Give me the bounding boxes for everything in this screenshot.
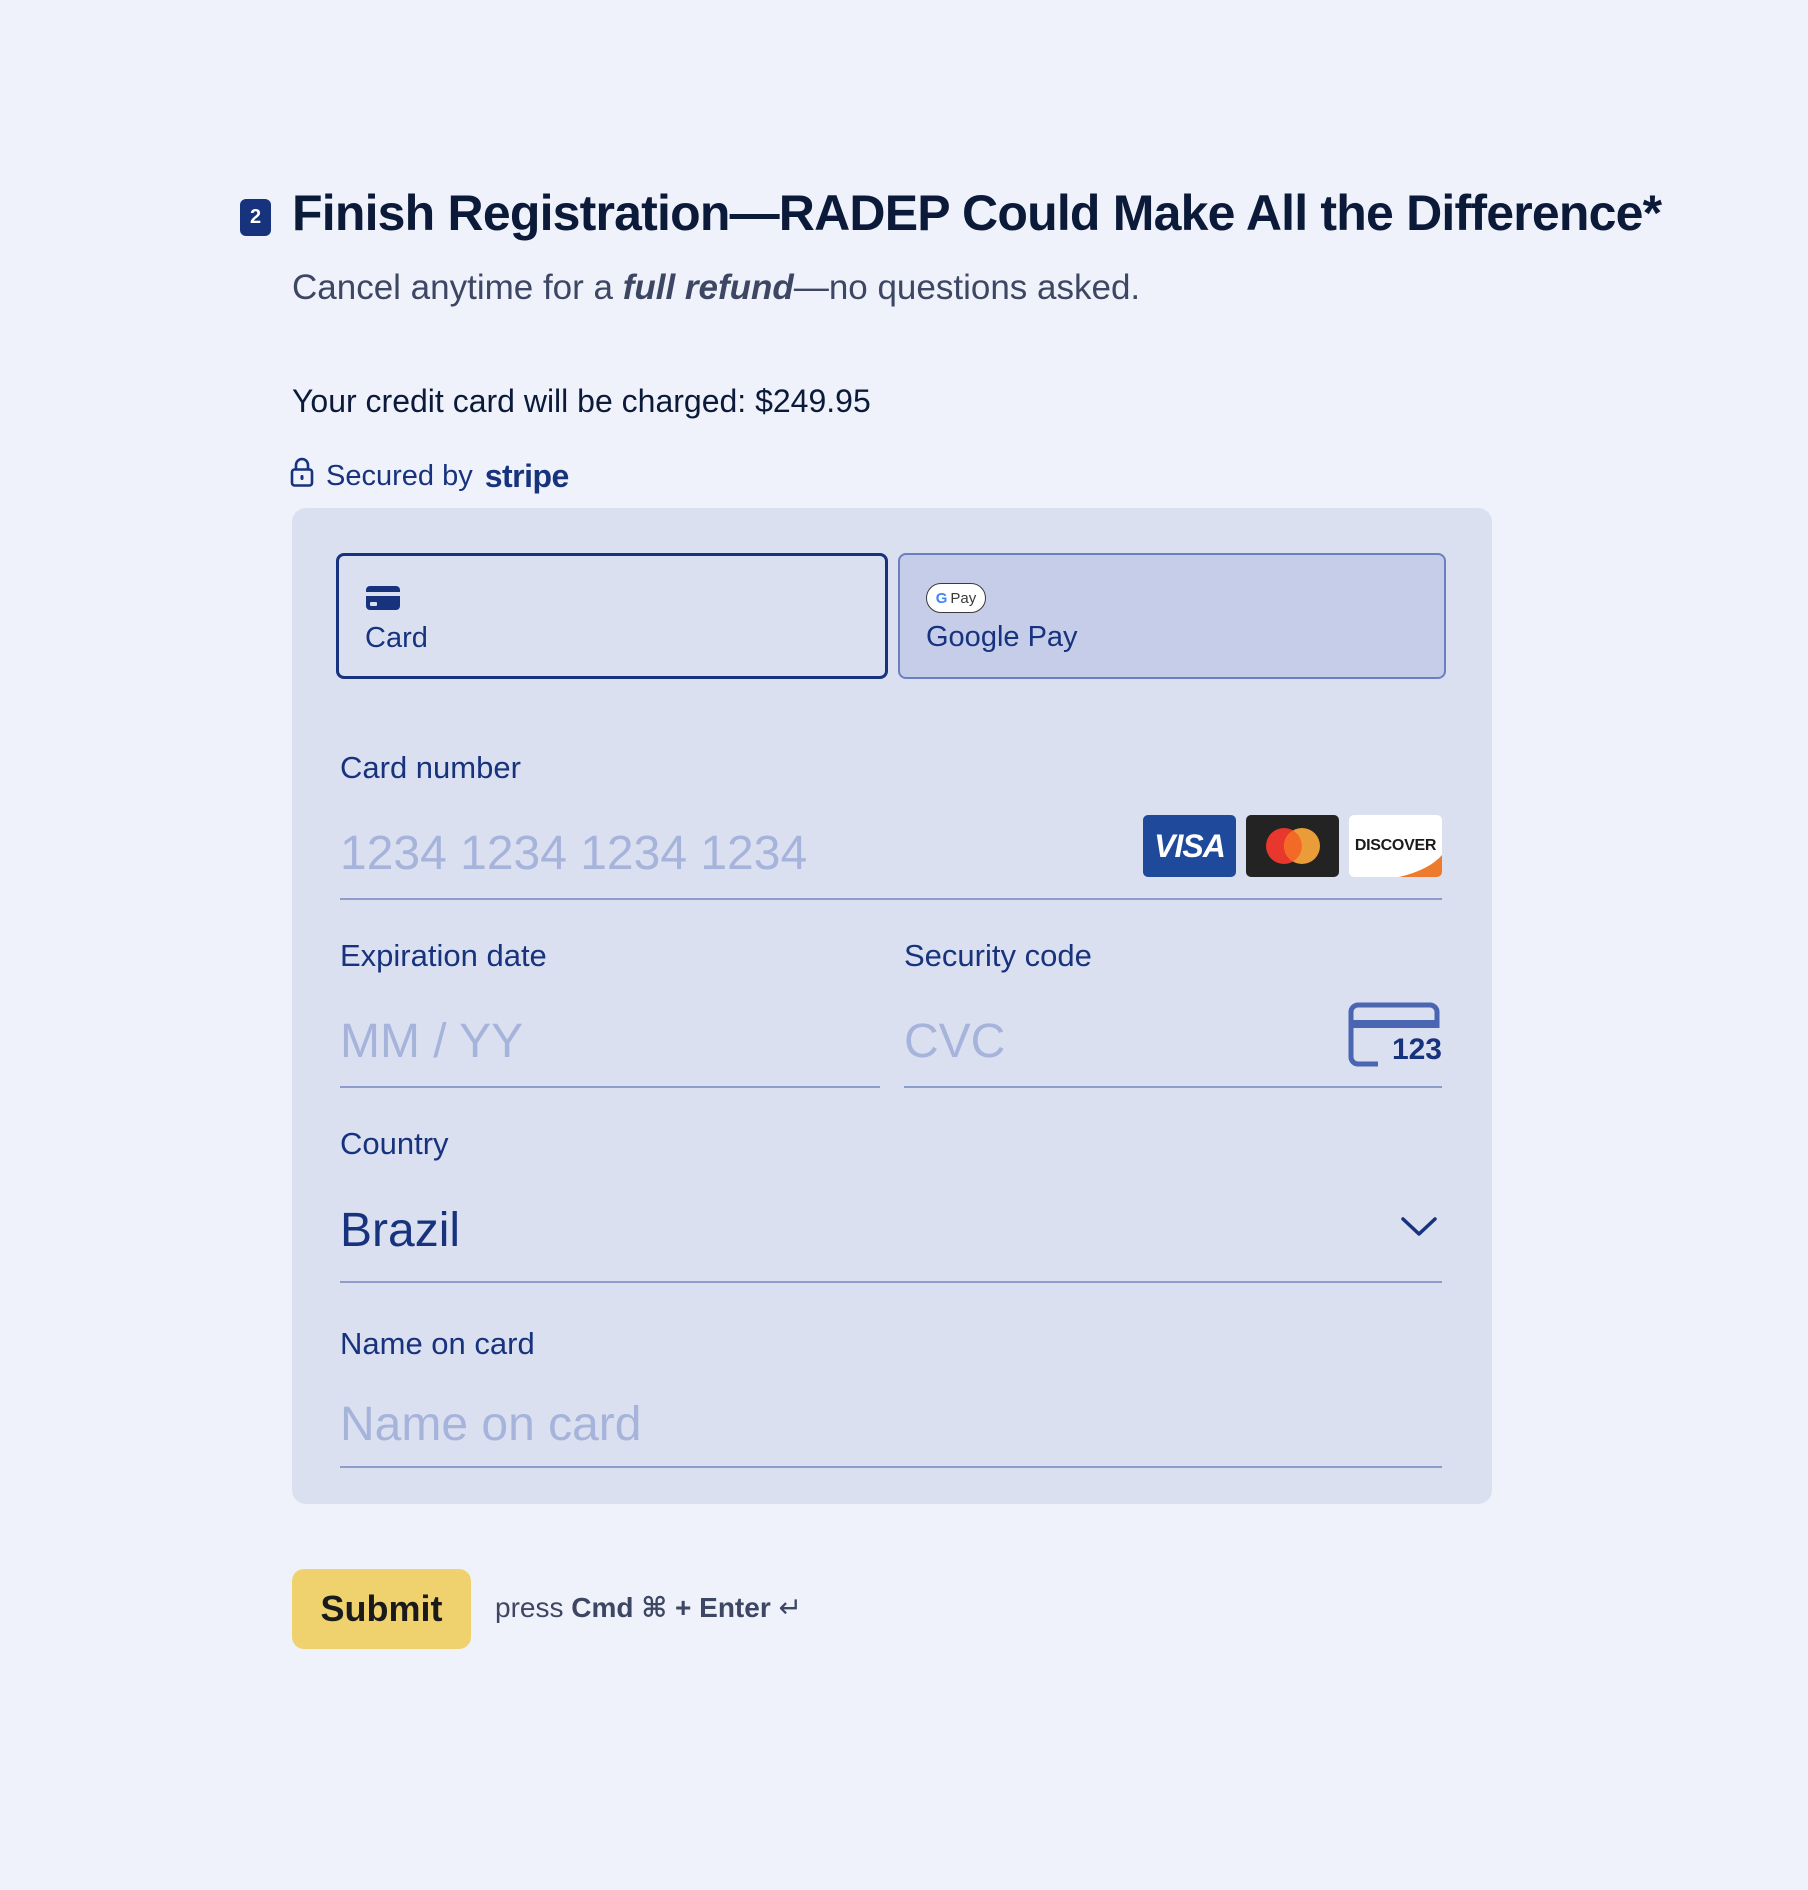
keyboard-shortcut-hint: press Cmd ⌘ + Enter ↵: [495, 1591, 802, 1624]
secured-by-stripe: Secured by stripe: [290, 457, 569, 495]
subtitle-text-start: Cancel anytime for a: [292, 268, 623, 307]
cvc-digits: 123: [1391, 1033, 1442, 1066]
card-brand-logos: VISA DISCOVER: [1143, 815, 1442, 877]
payment-method-tab-card[interactable]: Card: [336, 553, 888, 679]
payment-method-tab-card-label: Card: [365, 622, 428, 654]
mastercard-icon: [1246, 815, 1339, 877]
name-on-card-input[interactable]: [340, 1382, 1442, 1468]
credit-card-icon: [365, 584, 401, 617]
expiration-date-input[interactable]: [340, 996, 880, 1088]
card-number-label: Card number: [340, 750, 521, 785]
subtitle-emphasis: full refund: [622, 268, 794, 307]
stripe-payment-element: Card G Pay Google Pay Card number VISA: [292, 508, 1492, 1504]
payment-method-tab-google-pay-label: Google Pay: [926, 621, 1078, 653]
subtitle-text-end: —no questions asked.: [793, 268, 1141, 307]
submit-button[interactable]: Submit: [292, 1569, 471, 1649]
country-label: Country: [340, 1126, 449, 1161]
country-select[interactable]: Brazil: [340, 1183, 1442, 1283]
payment-method-tab-google-pay[interactable]: G Pay Google Pay: [898, 553, 1446, 679]
google-pay-pay-text: Pay: [950, 589, 977, 607]
charge-amount-text: Your credit card will be charged: $249.9…: [292, 383, 871, 419]
discover-icon: DISCOVER: [1349, 815, 1442, 877]
visa-icon: VISA: [1143, 815, 1236, 877]
country-selected-value: Brazil: [340, 1204, 461, 1257]
chevron-down-icon: [1400, 1215, 1438, 1244]
expiration-date-label: Expiration date: [340, 938, 547, 973]
question-number-badge: 2: [240, 199, 271, 236]
google-pay-icon: G Pay: [926, 583, 986, 613]
google-pay-g: G: [935, 589, 948, 607]
return-icon: ↵: [778, 1592, 802, 1623]
lock-icon: [290, 457, 314, 495]
name-on-card-label: Name on card: [340, 1326, 535, 1361]
page: 2 Finish Registration—RADEP Could Make A…: [0, 0, 1808, 1890]
question-title: Finish Registration—RADEP Could Make All…: [292, 185, 1662, 241]
secured-by-label: Secured by: [326, 459, 473, 492]
question-subtitle: Cancel anytime for a full refund—no ques…: [292, 268, 1140, 308]
hint-press: press: [495, 1592, 564, 1623]
cvc-card-icon: 123: [1348, 1002, 1442, 1068]
security-code-label: Security code: [904, 938, 1092, 973]
hint-keys: Cmd ⌘ + Enter: [571, 1592, 771, 1623]
stripe-logo: stripe: [484, 457, 570, 494]
